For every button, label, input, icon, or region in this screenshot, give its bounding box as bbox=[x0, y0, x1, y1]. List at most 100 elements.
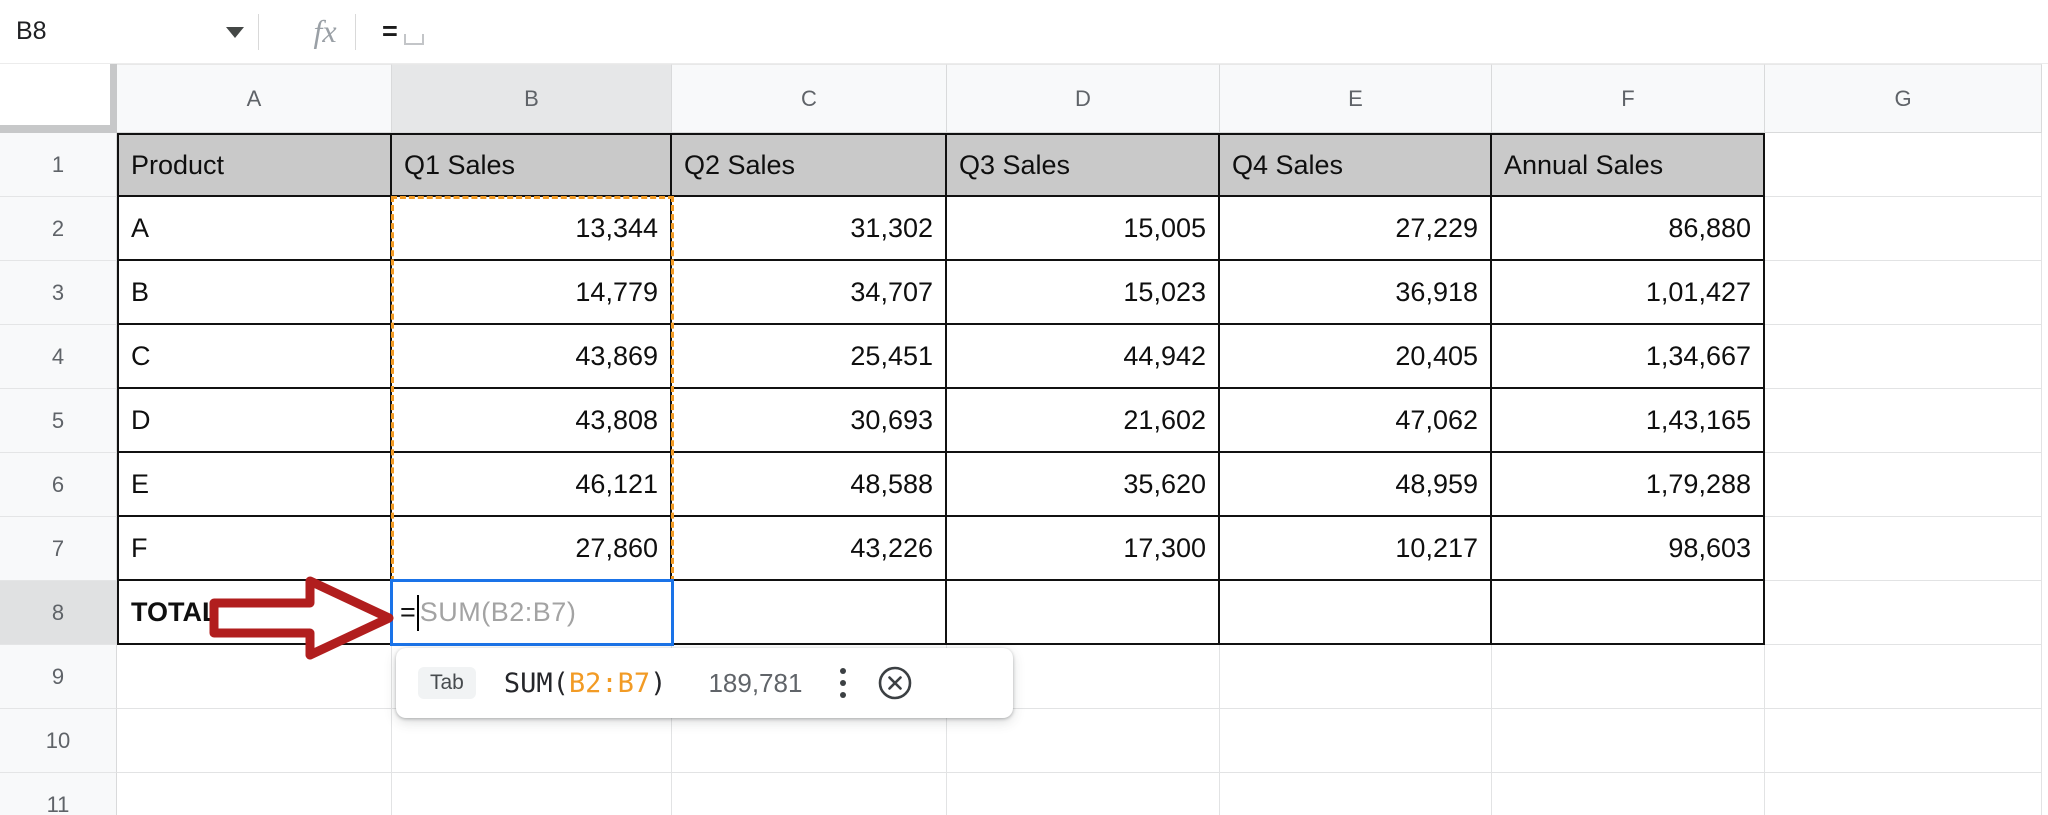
cell-E1[interactable]: Q4 Sales bbox=[1220, 133, 1492, 197]
column-header-c[interactable]: C bbox=[672, 64, 947, 133]
cell-A6[interactable]: E bbox=[117, 453, 392, 517]
cell-C5[interactable]: 30,693 bbox=[672, 389, 947, 453]
cell-B2[interactable]: 13,344 bbox=[392, 197, 672, 261]
cell-A1[interactable]: Product bbox=[117, 133, 392, 197]
cell-A4[interactable]: C bbox=[117, 325, 392, 389]
cell-F7[interactable]: 98,603 bbox=[1492, 517, 1765, 581]
row-header-8[interactable]: 8 bbox=[0, 581, 117, 645]
cell-E7[interactable]: 10,217 bbox=[1220, 517, 1492, 581]
cell-E4[interactable]: 20,405 bbox=[1220, 325, 1492, 389]
row-header-5[interactable]: 5 bbox=[0, 389, 117, 453]
cell-A2[interactable]: A bbox=[117, 197, 392, 261]
cell-E10[interactable] bbox=[1220, 709, 1492, 773]
active-cell-b8[interactable]: = SUM(B2:B7) bbox=[390, 579, 674, 646]
row-header-1[interactable]: 1 bbox=[0, 133, 117, 197]
cell-C11[interactable] bbox=[672, 773, 947, 815]
row-header-11[interactable]: 11 bbox=[0, 773, 117, 815]
cell-B1[interactable]: Q1 Sales bbox=[392, 133, 672, 197]
cell-F4[interactable]: 1,34,667 bbox=[1492, 325, 1765, 389]
cell-E9[interactable] bbox=[1220, 645, 1492, 709]
cell-E5[interactable]: 47,062 bbox=[1220, 389, 1492, 453]
column-header-a[interactable]: A bbox=[117, 64, 392, 133]
cell-B11[interactable] bbox=[392, 773, 672, 815]
more-options-icon[interactable] bbox=[840, 668, 847, 698]
cell-C2[interactable]: 31,302 bbox=[672, 197, 947, 261]
cell-C1[interactable]: Q2 Sales bbox=[672, 133, 947, 197]
column-header-e[interactable]: E bbox=[1220, 64, 1492, 133]
cell-B10[interactable] bbox=[392, 709, 672, 773]
cell-B3[interactable]: 14,779 bbox=[392, 261, 672, 325]
row-header-6[interactable]: 6 bbox=[0, 453, 117, 517]
cell-E2[interactable]: 27,229 bbox=[1220, 197, 1492, 261]
cell-G6[interactable] bbox=[1765, 453, 2042, 517]
cell-D3[interactable]: 15,023 bbox=[947, 261, 1220, 325]
cell-G5[interactable] bbox=[1765, 389, 2042, 453]
column-header-b[interactable]: B bbox=[392, 64, 672, 133]
row-header-10[interactable]: 10 bbox=[0, 709, 117, 773]
cell-B6[interactable]: 46,121 bbox=[392, 453, 672, 517]
cell-F3[interactable]: 1,01,427 bbox=[1492, 261, 1765, 325]
suggested-formula[interactable]: SUM(B2:B7) bbox=[504, 668, 667, 699]
cell-F1[interactable]: Annual Sales bbox=[1492, 133, 1765, 197]
cell-E3[interactable]: 36,918 bbox=[1220, 261, 1492, 325]
cell-C7[interactable]: 43,226 bbox=[672, 517, 947, 581]
cell-G9[interactable] bbox=[1765, 645, 2042, 709]
cell-A10[interactable] bbox=[117, 709, 392, 773]
row-header-9[interactable]: 9 bbox=[0, 645, 117, 709]
column-header-g[interactable]: G bbox=[1765, 64, 2042, 133]
row-header-3[interactable]: 3 bbox=[0, 261, 117, 325]
cell-B7[interactable]: 27,860 bbox=[392, 517, 672, 581]
cell-A9[interactable] bbox=[117, 645, 392, 709]
name-box[interactable]: B8 bbox=[0, 0, 258, 63]
cell-C3[interactable]: 34,707 bbox=[672, 261, 947, 325]
cell-D4[interactable]: 44,942 bbox=[947, 325, 1220, 389]
cell-F11[interactable] bbox=[1492, 773, 1765, 815]
cell-A5[interactable]: D bbox=[117, 389, 392, 453]
cell-D2[interactable]: 15,005 bbox=[947, 197, 1220, 261]
cell-F9[interactable] bbox=[1492, 645, 1765, 709]
cell-F5[interactable]: 1,43,165 bbox=[1492, 389, 1765, 453]
cell-C4[interactable]: 25,451 bbox=[672, 325, 947, 389]
cell-D5[interactable]: 21,602 bbox=[947, 389, 1220, 453]
cell-B5[interactable]: 43,808 bbox=[392, 389, 672, 453]
cell-C8[interactable] bbox=[672, 581, 947, 645]
cell-C6[interactable]: 48,588 bbox=[672, 453, 947, 517]
cell-D11[interactable] bbox=[947, 773, 1220, 815]
cell-F10[interactable] bbox=[1492, 709, 1765, 773]
row-header-2[interactable]: 2 bbox=[0, 197, 117, 261]
cell-F6[interactable]: 1,79,288 bbox=[1492, 453, 1765, 517]
cell-D1[interactable]: Q3 Sales bbox=[947, 133, 1220, 197]
table-row: 8 TOTAL bbox=[0, 581, 2048, 645]
cell-G11[interactable] bbox=[1765, 773, 2042, 815]
cell-E11[interactable] bbox=[1220, 773, 1492, 815]
cell-F8[interactable] bbox=[1492, 581, 1765, 645]
cell-A8[interactable]: TOTAL bbox=[117, 581, 392, 645]
row-header-7[interactable]: 7 bbox=[0, 517, 117, 581]
cell-D10[interactable] bbox=[947, 709, 1220, 773]
cell-G10[interactable] bbox=[1765, 709, 2042, 773]
cell-D6[interactable]: 35,620 bbox=[947, 453, 1220, 517]
cell-G3[interactable] bbox=[1765, 261, 2042, 325]
formula-input-value[interactable]: = bbox=[382, 16, 398, 47]
cell-A7[interactable]: F bbox=[117, 517, 392, 581]
cell-F2[interactable]: 86,880 bbox=[1492, 197, 1765, 261]
cell-D8[interactable] bbox=[947, 581, 1220, 645]
cell-D7[interactable]: 17,300 bbox=[947, 517, 1220, 581]
cell-E8[interactable] bbox=[1220, 581, 1492, 645]
cell-G1[interactable] bbox=[1765, 133, 2042, 197]
dismiss-suggestion-icon[interactable] bbox=[874, 662, 916, 704]
cell-C10[interactable] bbox=[672, 709, 947, 773]
cell-E6[interactable]: 48,959 bbox=[1220, 453, 1492, 517]
cell-G8[interactable] bbox=[1765, 581, 2042, 645]
cell-B4[interactable]: 43,869 bbox=[392, 325, 672, 389]
chevron-down-icon[interactable] bbox=[226, 27, 244, 38]
column-header-d[interactable]: D bbox=[947, 64, 1220, 133]
cell-G4[interactable] bbox=[1765, 325, 2042, 389]
cell-A11[interactable] bbox=[117, 773, 392, 815]
column-header-f[interactable]: F bbox=[1492, 64, 1765, 133]
cell-G7[interactable] bbox=[1765, 517, 2042, 581]
select-all-corner[interactable] bbox=[0, 64, 117, 133]
cell-G2[interactable] bbox=[1765, 197, 2042, 261]
cell-A3[interactable]: B bbox=[117, 261, 392, 325]
row-header-4[interactable]: 4 bbox=[0, 325, 117, 389]
